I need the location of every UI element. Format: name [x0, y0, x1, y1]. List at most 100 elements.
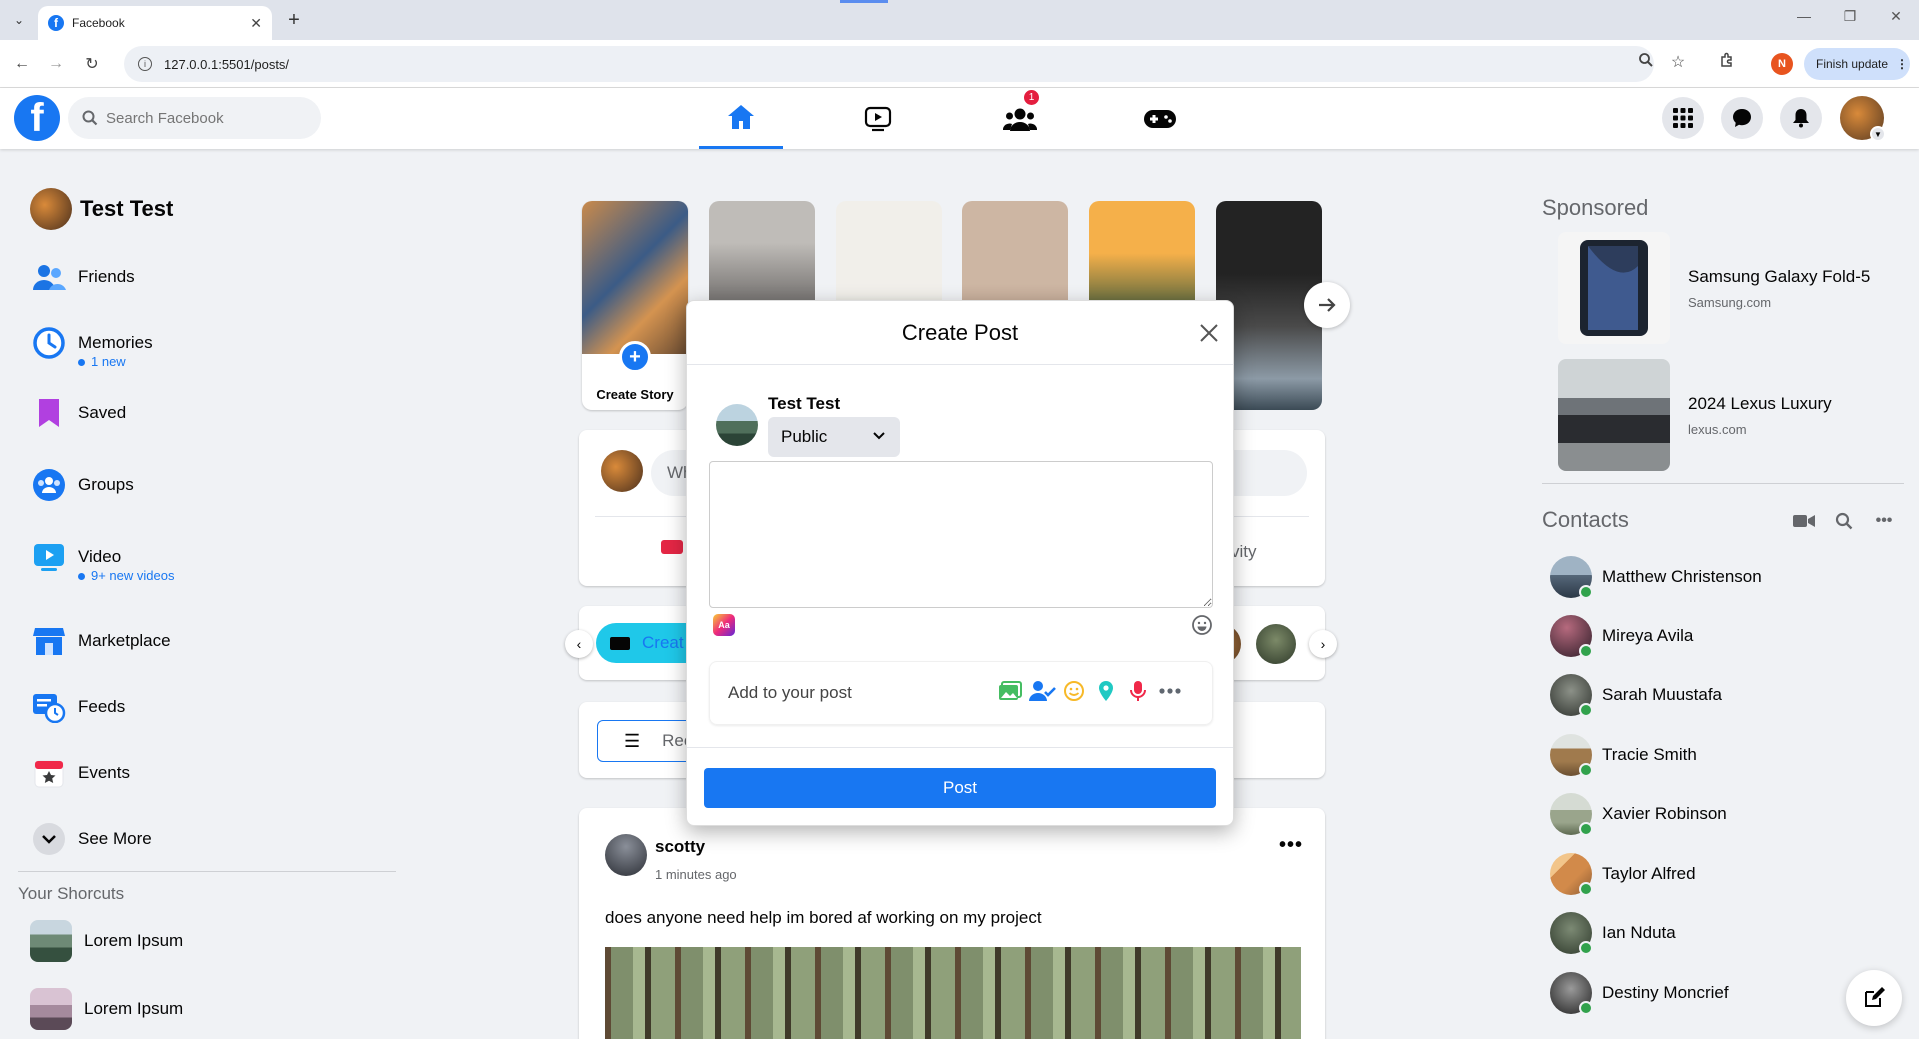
privacy-select[interactable]: Public	[768, 417, 900, 457]
more-options-icon[interactable]: •••	[1870, 507, 1898, 535]
bookmark-star-icon[interactable]: ☆	[1666, 52, 1690, 72]
menu-grid-button[interactable]	[1662, 97, 1704, 139]
post-timestamp[interactable]: 1 minutes ago	[655, 867, 737, 882]
contact-item[interactable]: Sarah Muustafa	[1550, 674, 1723, 717]
forward-icon[interactable]: →	[44, 52, 68, 76]
photo-icon[interactable]	[994, 681, 1026, 701]
tab-home[interactable]	[699, 88, 783, 149]
search-contacts-icon[interactable]	[1830, 507, 1858, 535]
edit-icon	[1865, 987, 1885, 1007]
account-avatar[interactable]: ▼	[1840, 96, 1886, 142]
sidebar-item-video[interactable]: Video 9+ new videos	[32, 540, 174, 583]
restore-window-icon[interactable]: ❐	[1838, 8, 1862, 25]
dialog-title: Create Post	[687, 301, 1233, 365]
chat-bubble-icon	[1733, 109, 1751, 127]
sidebar-item-label: Friends	[78, 267, 135, 286]
contact-item[interactable]: Mireya Avila	[1550, 615, 1693, 658]
create-story-card[interactable]: + Create Story	[582, 201, 688, 410]
search-input[interactable]	[106, 109, 306, 127]
extensions-icon[interactable]	[1715, 52, 1739, 73]
chevron-right-icon[interactable]: ›	[1309, 630, 1337, 658]
shortcut-item[interactable]: Lorem Ipsum	[30, 988, 183, 1030]
browser-tab[interactable]: f Facebook ✕	[38, 6, 272, 40]
messenger-button[interactable]	[1721, 97, 1763, 139]
tag-people-icon[interactable]	[1026, 680, 1058, 702]
feeling-icon[interactable]	[1058, 680, 1090, 702]
close-icon[interactable]	[1195, 319, 1223, 347]
sidebar-item-sub: 9+ new videos	[78, 568, 174, 583]
sidebar-item-feeds[interactable]: Feeds	[32, 690, 125, 724]
home-icon	[728, 105, 754, 129]
contact-item[interactable]: Destiny Moncrief	[1550, 972, 1729, 1015]
finish-update-button[interactable]: Finish update ⋮	[1804, 48, 1910, 80]
ad-item[interactable]: 2024 Lexus Luxury lexus.com	[1558, 359, 1832, 471]
live-video-icon[interactable]	[661, 540, 683, 554]
sidebar-item-events[interactable]: Events	[32, 756, 130, 790]
tab-friends[interactable]: 1	[978, 88, 1062, 149]
video-call-icon[interactable]	[1790, 507, 1818, 535]
contact-name: Matthew Christenson	[1602, 567, 1762, 586]
tab-title: Facebook	[72, 16, 125, 30]
zoom-icon[interactable]	[1634, 52, 1658, 73]
avatar	[1550, 793, 1593, 836]
new-message-button[interactable]	[1846, 970, 1902, 1026]
more-options-icon[interactable]	[1154, 688, 1186, 694]
post-image[interactable]	[605, 947, 1301, 1039]
tab-search-menu-icon[interactable]: ⌄	[8, 9, 30, 31]
sidebar-profile[interactable]: Test Test	[30, 188, 173, 230]
contact-item[interactable]: Matthew Christenson	[1550, 556, 1762, 599]
more-options-icon[interactable]: •••	[1279, 834, 1303, 857]
notifications-button[interactable]	[1780, 97, 1822, 139]
post-author[interactable]: scotty	[655, 837, 705, 857]
avatar[interactable]	[605, 834, 647, 876]
text-style-icon[interactable]: Aa	[713, 614, 735, 636]
avatar	[1550, 734, 1593, 777]
sidebar-item-saved[interactable]: Saved	[32, 396, 126, 430]
search-box[interactable]	[68, 97, 321, 139]
stories-next-button[interactable]	[1304, 282, 1350, 328]
search-icon	[82, 110, 98, 126]
url-field[interactable]: i 127.0.0.1:5501/posts/	[124, 46, 1654, 82]
post-submit-button[interactable]: Post	[704, 768, 1216, 808]
add-to-post-label: Add to your post	[728, 683, 852, 702]
sidebar-item-friends[interactable]: Friends	[32, 260, 135, 294]
back-icon[interactable]: ←	[10, 52, 34, 76]
post-text-field[interactable]	[709, 461, 1213, 608]
contact-name: Sarah Muustafa	[1602, 685, 1723, 704]
reload-icon[interactable]: ↻	[80, 52, 104, 76]
see-more-icon	[32, 822, 66, 856]
ad-item[interactable]: Samsung Galaxy Fold-5 Samsung.com	[1558, 232, 1870, 344]
camera-icon	[610, 636, 630, 650]
avatar	[601, 450, 643, 492]
grid-menu-icon	[1673, 108, 1693, 128]
emoji-icon[interactable]	[1191, 614, 1213, 636]
new-tab-button[interactable]: +	[282, 8, 306, 32]
tab-close-icon[interactable]: ✕	[250, 15, 262, 32]
close-window-icon[interactable]: ✕	[1884, 8, 1908, 25]
contact-item[interactable]: Xavier Robinson	[1550, 793, 1727, 836]
profile-avatar[interactable]: N	[1771, 53, 1793, 75]
feeling-activity-label[interactable]: vity	[1231, 542, 1257, 562]
site-info-icon[interactable]: i	[138, 57, 152, 71]
sidebar-item-groups[interactable]: Groups	[32, 468, 134, 502]
see-more-button[interactable]: See More	[32, 822, 152, 856]
contact-item[interactable]: Tracie Smith	[1550, 734, 1697, 777]
tab-watch[interactable]	[836, 88, 920, 149]
shortcut-item[interactable]: Lorem Ipsum	[30, 920, 183, 962]
contact-item[interactable]: Taylor Alfred	[1550, 853, 1696, 896]
contact-item[interactable]: Ian Nduta	[1550, 912, 1676, 955]
room-avatar[interactable]	[1256, 624, 1296, 664]
browser-menu-icon[interactable]: ⋮	[1896, 57, 1908, 71]
location-pin-icon[interactable]	[1090, 680, 1122, 702]
sidebar-item-memories[interactable]: Memories 1 new	[32, 326, 153, 369]
facebook-favicon-icon: f	[48, 15, 64, 31]
chevron-left-icon[interactable]: ‹	[565, 630, 593, 658]
facebook-logo[interactable]: f	[14, 95, 60, 141]
minimize-window-icon[interactable]: —	[1792, 8, 1816, 24]
bell-icon	[1793, 109, 1809, 128]
tab-gaming[interactable]	[1118, 88, 1202, 149]
sidebar-item-marketplace[interactable]: Marketplace	[32, 624, 171, 658]
microphone-icon[interactable]	[1122, 680, 1154, 702]
groups-icon	[32, 468, 66, 502]
dialog-divider	[687, 747, 1233, 748]
